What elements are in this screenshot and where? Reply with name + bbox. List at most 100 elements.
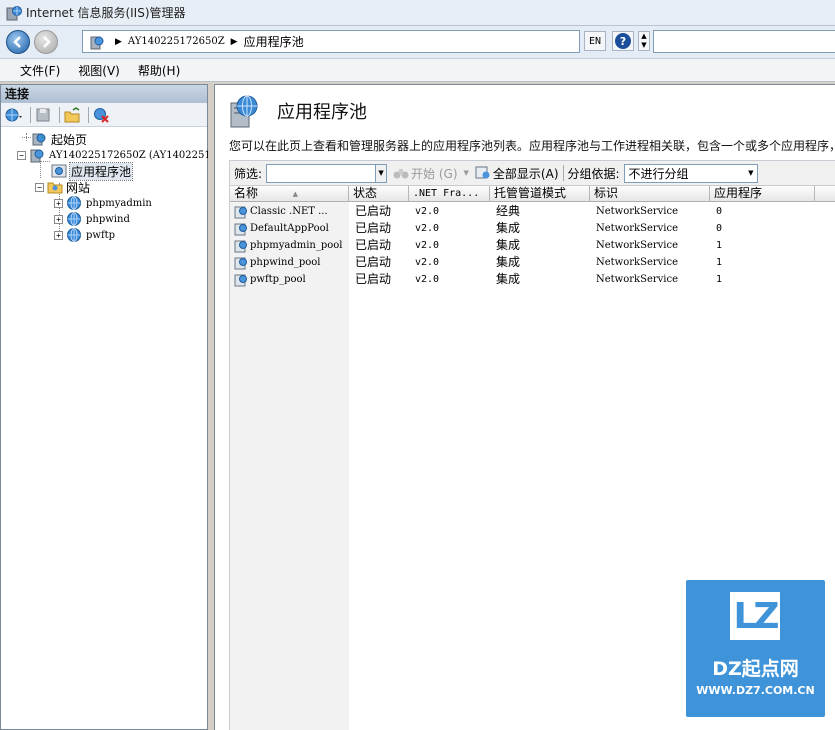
grid-header: 名称 ▲ 状态 .NET Fra... 托管管道模式 标识 应用程序 <box>230 186 835 202</box>
column-header-applications[interactable]: 应用程序 <box>710 186 815 202</box>
up-level-button[interactable] <box>63 106 81 124</box>
table-row[interactable]: pwftp_pool 已启动 v2.0 集成 NetworkService 1 <box>230 271 815 288</box>
tree-label: 起始页 <box>51 132 88 147</box>
app-pool-icon <box>234 206 247 218</box>
show-all-label: 全部显示(A) <box>492 166 559 181</box>
address-bar[interactable]: ▶ AY140225172650Z ▶ 应用程序池 <box>82 30 580 53</box>
tree-line <box>40 161 41 178</box>
cell-applications: 0 <box>716 223 723 234</box>
filter-input[interactable] <box>266 163 377 183</box>
folder-icon <box>47 182 63 194</box>
tree-node-start-page[interactable]: 起始页 <box>31 131 87 147</box>
globe-icon <box>67 196 81 210</box>
tree-label: phpmyadmin <box>86 197 152 209</box>
breadcrumb-app-pools[interactable]: 应用程序池 <box>244 33 304 50</box>
forward-button[interactable] <box>34 30 58 54</box>
tree-node-site-pwftp[interactable]: + pwftp <box>54 227 115 243</box>
page-title: 应用程序池 <box>277 102 367 123</box>
column-header-label: 应用程序 <box>714 186 763 200</box>
cell-name: pwftp_pool <box>250 274 306 285</box>
cell-name: phpmyadmin_pool <box>250 240 343 251</box>
connections-pane: 连接 起始页 − AY140225172650Z (AY1402251 应用程序… <box>0 84 211 730</box>
toolbar-separator <box>30 106 31 123</box>
back-button[interactable] <box>6 30 30 54</box>
cell-pipeline-mode: 集成 <box>496 221 521 235</box>
help-button[interactable]: ? <box>612 31 634 51</box>
address-toolbar: ▶ AY140225172650Z ▶ 应用程序池 EN ? ▲ ▼ <box>0 26 835 58</box>
show-all-icon <box>475 166 490 179</box>
cell-net-version: v2.0 <box>415 206 440 217</box>
tree-node-site-phpwind[interactable]: + phpwind <box>54 211 130 227</box>
cell-net-version: v2.0 <box>415 223 440 234</box>
connections-header: 连接 <box>1 85 207 103</box>
app-pool-icon <box>234 223 247 235</box>
breadcrumb-server[interactable]: AY140225172650Z <box>128 36 225 47</box>
tree-node-server[interactable]: − AY140225172650Z (AY1402251 <box>17 147 211 163</box>
app-pool-icon <box>234 257 247 269</box>
folder-up-icon <box>64 106 80 122</box>
column-header-identity[interactable]: 标识 <box>590 186 710 202</box>
tree-node-site-phpmyadmin[interactable]: + phpmyadmin <box>54 195 152 211</box>
app-pool-icon <box>234 240 247 252</box>
cell-applications: 1 <box>716 240 723 251</box>
cell-applications: 1 <box>716 257 723 268</box>
column-header-net-framework[interactable]: .NET Fra... <box>409 186 490 202</box>
help-dropdown-button[interactable]: ▲ ▼ <box>638 31 650 51</box>
filter-bar: 筛选: ▼ 开始 (G) ▼ 全部显示(A) 分组依据: 不进行分组 ▼ <box>229 160 835 186</box>
language-button[interactable]: EN <box>584 31 606 51</box>
table-row[interactable]: Classic .NET ... 已启动 v2.0 经典 NetworkServ… <box>230 203 815 220</box>
tree-label: 应用程序池 <box>68 161 134 181</box>
start-filter-button[interactable]: 开始 (G) ▼ <box>393 165 469 182</box>
column-header-label: 托管管道模式 <box>494 186 567 200</box>
expand-toggle[interactable]: + <box>54 198 63 208</box>
save-button[interactable] <box>34 106 52 124</box>
cell-identity: NetworkService <box>596 206 679 217</box>
menu-help[interactable]: 帮助(H) <box>138 62 180 79</box>
column-header-label: 状态 <box>353 186 378 200</box>
search-input[interactable] <box>653 30 835 53</box>
cell-identity: NetworkService <box>596 223 679 234</box>
app-pool-icon <box>234 274 247 286</box>
collapse-toggle[interactable]: − <box>35 182 44 192</box>
cell-name: DefaultAppPool <box>250 223 329 234</box>
cell-pipeline-mode: 集成 <box>496 255 521 269</box>
group-by-value: 不进行分组 <box>628 166 689 181</box>
group-by-select[interactable]: 不进行分组 ▼ <box>623 163 758 183</box>
cell-net-version: v2.0 <box>415 274 440 285</box>
column-header-pipeline-mode[interactable]: 托管管道模式 <box>490 186 590 202</box>
group-by-label: 分组依据: <box>567 166 620 181</box>
globe-connect-icon <box>5 108 22 121</box>
menu-view[interactable]: 视图(V) <box>78 62 120 79</box>
connect-button[interactable] <box>5 106 23 124</box>
show-all-button[interactable]: 全部显示(A) <box>475 165 559 182</box>
cell-name: Classic .NET ... <box>250 206 328 217</box>
cell-status: 已启动 <box>355 272 392 286</box>
collapse-toggle[interactable]: − <box>17 150 26 160</box>
filter-label: 筛选: <box>234 166 263 181</box>
tree-node-app-pools[interactable]: 应用程序池 <box>51 161 134 181</box>
disconnect-icon <box>94 107 109 123</box>
app-pool-icon <box>51 164 67 178</box>
breadcrumb-separator-icon: ▶ <box>115 36 122 47</box>
cell-applications: 0 <box>716 206 723 217</box>
column-header-name[interactable]: 名称 ▲ <box>230 186 349 202</box>
delete-connection-button[interactable] <box>92 106 110 124</box>
column-header-status[interactable]: 状态 <box>349 186 409 202</box>
table-row[interactable]: phpwind_pool 已启动 v2.0 集成 NetworkService … <box>230 254 815 271</box>
server-icon <box>30 149 44 163</box>
title-bar: Internet 信息服务(IIS)管理器 <box>0 0 835 26</box>
chevron-down-icon: ▼ <box>748 169 754 177</box>
table-row[interactable]: DefaultAppPool 已启动 v2.0 集成 NetworkServic… <box>230 220 815 237</box>
filter-dropdown-button[interactable]: ▼ <box>376 163 388 183</box>
watermark-url: WWW.DZ7.COM.CN <box>696 684 815 697</box>
cell-net-version: v2.0 <box>415 257 440 268</box>
tree-node-sites[interactable]: − 网站 <box>35 179 90 195</box>
table-row[interactable]: phpmyadmin_pool 已启动 v2.0 集成 NetworkServi… <box>230 237 815 254</box>
menu-file[interactable]: 文件(F) <box>20 62 60 79</box>
expand-toggle[interactable]: + <box>54 214 63 224</box>
tree-line <box>22 137 31 138</box>
expand-toggle[interactable]: + <box>54 230 63 240</box>
cell-applications: 1 <box>716 274 723 285</box>
binoculars-icon <box>393 169 409 179</box>
globe-icon <box>67 212 81 226</box>
